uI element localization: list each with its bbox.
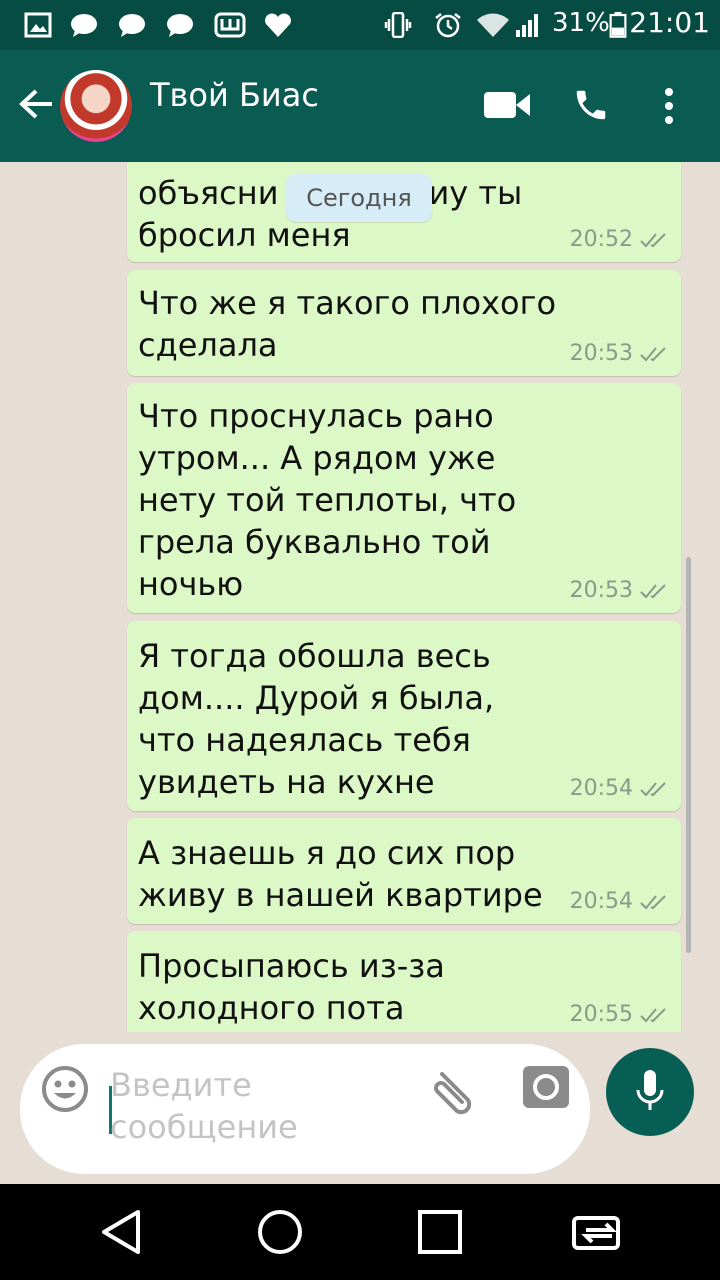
alarm-icon xyxy=(435,13,461,38)
switch-app-icon[interactable] xyxy=(572,1208,626,1256)
system-nav-bar xyxy=(0,1184,720,1280)
w-app-icon xyxy=(214,12,246,38)
message-bubble[interactable]: Просыпаюсь из-за холодного пота 20:55 xyxy=(127,931,681,1032)
message-bubble[interactable]: А знаешь я до сих пор живу в нашей кварт… xyxy=(127,818,681,924)
message-bubble[interactable]: Что проснулась рано утром... А рядом уже… xyxy=(127,383,681,613)
video-call-icon[interactable] xyxy=(484,90,530,120)
heart-icon xyxy=(265,13,291,37)
double-check-icon xyxy=(640,584,666,599)
date-divider: Сегодня xyxy=(286,174,432,222)
back-arrow-icon[interactable] xyxy=(18,86,54,122)
chat-bubble-icon xyxy=(119,14,145,37)
message-meta: 20:55 xyxy=(570,1002,669,1027)
message-text: Что же я такого плохого сделала xyxy=(138,284,557,364)
message-text: Просыпаюсь из-за холодного пота xyxy=(138,947,445,1027)
battery-icon xyxy=(609,12,627,38)
camera-icon[interactable] xyxy=(523,1066,569,1108)
clock: 21:01 xyxy=(629,6,710,39)
attach-icon[interactable] xyxy=(428,1064,484,1116)
double-check-icon xyxy=(640,782,666,797)
phone-icon[interactable] xyxy=(572,86,610,124)
message-meta: 20:54 xyxy=(570,889,669,914)
chat-header: Твой Биас xyxy=(0,50,720,162)
image-icon xyxy=(24,12,52,38)
message-meta: 20:53 xyxy=(570,341,669,366)
contact-name[interactable]: Твой Биас xyxy=(150,76,319,114)
status-bar: 31% 21:01 xyxy=(0,0,720,50)
message-composer[interactable]: Введите сообщение xyxy=(20,1044,590,1174)
message-meta: 20:52 xyxy=(570,227,669,252)
mic-icon xyxy=(636,1070,664,1110)
double-check-icon xyxy=(640,895,666,910)
signal-icon xyxy=(516,14,538,37)
voice-record-button[interactable] xyxy=(606,1048,694,1136)
message-text: Я тогда обошла весь дом.... Дурой я была… xyxy=(138,637,495,801)
double-check-icon xyxy=(640,233,666,248)
message-text: А знаешь я до сих пор живу в нашей кварт… xyxy=(138,834,543,914)
vibrate-icon xyxy=(384,12,412,38)
more-vert-icon[interactable] xyxy=(662,86,676,126)
battery-percent: 31% xyxy=(552,8,610,38)
back-triangle-icon[interactable] xyxy=(98,1208,146,1256)
double-check-icon xyxy=(640,1008,666,1023)
emoji-icon[interactable] xyxy=(40,1064,90,1114)
message-bubble[interactable]: Я тогда обошла весь дом.... Дурой я была… xyxy=(127,621,681,811)
message-list[interactable]: объясни иу ты бросил меня 20:52 Сегодня Ч… xyxy=(0,162,720,1032)
message-meta: 20:54 xyxy=(570,776,669,801)
chat-bubble-icon xyxy=(167,14,193,37)
double-check-icon xyxy=(640,347,666,362)
message-meta: 20:53 xyxy=(570,578,669,603)
wifi-icon xyxy=(477,13,509,37)
message-text: Что проснулась рано утром... А рядом уже… xyxy=(138,397,517,603)
home-circle-icon[interactable] xyxy=(256,1208,304,1256)
recents-square-icon[interactable] xyxy=(416,1208,464,1256)
message-input[interactable]: Введите сообщение xyxy=(110,1064,298,1148)
chat-bubble-icon xyxy=(71,14,97,37)
message-bubble[interactable]: Что же я такого плохого сделала 20:53 xyxy=(127,270,681,376)
avatar[interactable] xyxy=(60,70,132,142)
scrollbar[interactable] xyxy=(686,557,691,953)
